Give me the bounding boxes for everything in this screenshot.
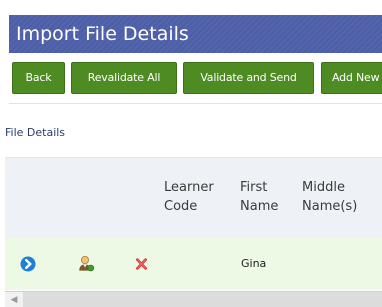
- grid-header: Learner Code First Name Middle Name(s): [5, 157, 382, 238]
- validate-and-send-button[interactable]: Validate and Send: [183, 62, 314, 94]
- import-file-details-page: Import File Details Back Revalidate All …: [0, 0, 382, 307]
- table-row[interactable]: Gina: [5, 238, 382, 290]
- delete-x-icon[interactable]: [136, 258, 147, 270]
- page-title: Import File Details: [9, 15, 382, 53]
- horizontal-scrollbar[interactable]: ◀: [5, 291, 382, 307]
- column-header-first-name[interactable]: First Name: [240, 178, 290, 216]
- circle-arrow-right-icon[interactable]: [20, 256, 36, 272]
- toolbar-divider: [9, 103, 382, 104]
- back-button[interactable]: Back: [12, 62, 65, 94]
- section-label-file-details: File Details: [5, 126, 66, 139]
- revalidate-all-button[interactable]: Revalidate All: [71, 62, 177, 94]
- chevron-left-icon[interactable]: ◀: [5, 292, 23, 307]
- add-new-button[interactable]: Add New: [321, 62, 382, 94]
- learner-user-icon[interactable]: [78, 255, 94, 272]
- column-header-learner-code[interactable]: Learner Code: [164, 178, 224, 216]
- cell-first-name: Gina: [241, 257, 267, 270]
- column-header-middle-names[interactable]: Middle Name(s): [302, 178, 382, 216]
